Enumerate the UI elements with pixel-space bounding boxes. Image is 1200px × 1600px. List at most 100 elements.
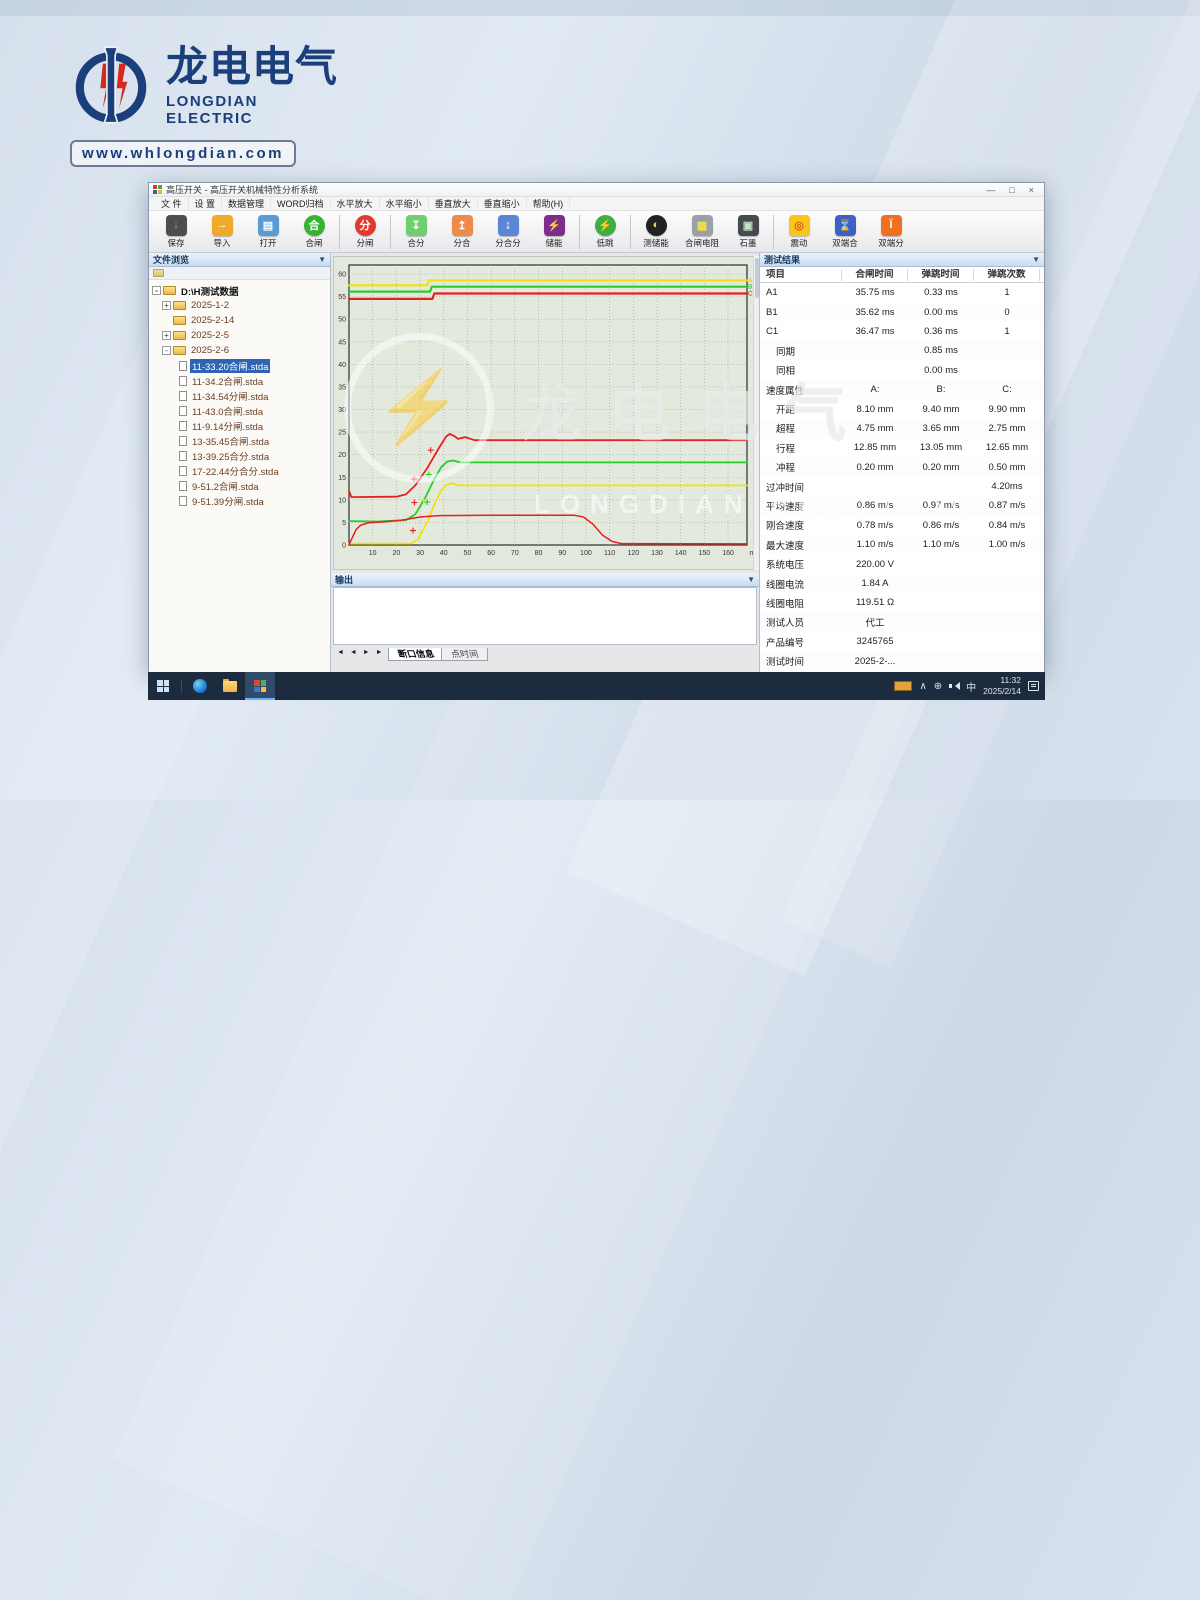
table-row[interactable]: 测试时间2025-2-... <box>760 651 1044 670</box>
output-panel-title: 输出 <box>335 573 353 586</box>
input-method-indicator[interactable]: 中 <box>966 679 976 694</box>
table-row[interactable]: 开距8.10 mm9.40 mm9.90 mm <box>760 399 1044 418</box>
table-row[interactable]: 产品编号3245765 <box>760 632 1044 651</box>
toolbar-button-打开[interactable]: ▤打开 <box>245 215 291 249</box>
document-icon <box>179 496 187 506</box>
table-row[interactable]: 同期0.85 ms <box>760 341 1044 360</box>
folder-icon[interactable] <box>153 269 164 277</box>
table-row[interactable]: 线圈电阻119.51 Ω <box>760 593 1044 612</box>
table-row[interactable]: 行程12.85 mm13.05 mm12.65 mm <box>760 438 1044 457</box>
menu-item-5[interactable]: 水平缩小 <box>380 197 429 210</box>
table-row[interactable]: B135.62 ms0.00 ms0 <box>760 302 1044 321</box>
tree-folder[interactable]: -2025-2-6 <box>152 343 330 358</box>
tree-file[interactable]: 11-34.2合闸.stda <box>152 373 330 388</box>
toolbar-button-双端合[interactable]: ⌛双端合 <box>822 215 868 249</box>
tree-file[interactable]: 9-51.39分闸.stda <box>152 493 330 508</box>
notification-center-icon[interactable] <box>1028 681 1039 691</box>
toolbar-button-震动[interactable]: ◎震动 <box>776 215 822 249</box>
tree-file[interactable]: 11-9.14分闸.stda <box>152 418 330 433</box>
tree-root[interactable]: -D:\H测试数据 <box>152 283 330 298</box>
toolbar-button-测储能[interactable]: ◐测储能 <box>633 215 679 249</box>
tree-file[interactable]: 11-34.54分闸.stda <box>152 388 330 403</box>
file-explorer-button[interactable] <box>215 672 245 700</box>
start-button[interactable] <box>148 672 178 700</box>
toolbar-button-导入[interactable]: →导入 <box>199 215 245 249</box>
tab-点时间[interactable]: 点时间 <box>441 648 488 661</box>
close-button[interactable]: × <box>1029 185 1034 195</box>
table-row[interactable]: 系统电压220.00 V <box>760 554 1044 573</box>
waveform-chart[interactable]: 1020304050607080901001101201301401501600… <box>333 256 757 570</box>
toolbar-button-合分[interactable]: ↧合分 <box>393 215 439 249</box>
chevron-down-icon[interactable]: ▼ <box>1032 255 1040 264</box>
tree-file-label: 9-51.39分闸.stda <box>190 494 266 508</box>
menu-item-3[interactable]: WORD归档 <box>271 197 331 210</box>
tray-chevron-icon[interactable]: ∧ <box>919 681 926 692</box>
taskbar-clock[interactable]: 11:32 2025/2/14 <box>983 675 1021 696</box>
expand-icon[interactable]: + <box>162 331 171 340</box>
row-label: 平均速度 <box>760 499 842 513</box>
tab-断口信息[interactable]: 断口信息 <box>388 648 444 661</box>
table-row[interactable]: 平均速度0.86 m/s0.97 m/s0.87 m/s <box>760 496 1044 515</box>
menu-item-8[interactable]: 帮助(H) <box>527 197 571 210</box>
table-row[interactable]: 刚合速度0.78 m/s0.86 m/s0.84 m/s <box>760 516 1044 535</box>
tree-file[interactable]: 9-51.2合闸.stda <box>152 478 330 493</box>
expand-icon[interactable]: + <box>162 301 171 310</box>
speaker-icon[interactable] <box>949 681 959 691</box>
menu-item-2[interactable]: 数据管理 <box>222 197 271 210</box>
chevron-down-icon[interactable]: ▼ <box>318 255 326 264</box>
menu-item-4[interactable]: 水平放大 <box>331 197 380 210</box>
table-row[interactable]: 测试人员代工 <box>760 613 1044 632</box>
menu-item-6[interactable]: 垂直放大 <box>429 197 478 210</box>
table-row[interactable]: 过冲时间4.20ms <box>760 477 1044 496</box>
tree-file-label: 13-35.45合闸.stda <box>190 434 271 448</box>
chart-scrollbar[interactable] <box>753 256 759 570</box>
tree-folder[interactable]: +2025-2-5 <box>152 328 330 343</box>
tree-folder[interactable]: +2025-1-2 <box>152 298 330 313</box>
table-row[interactable]: 同相0.00 ms <box>760 361 1044 380</box>
row-value-b: 0.85 ms <box>908 345 974 356</box>
toolbar-button-合闸[interactable]: 合合闸 <box>291 215 337 249</box>
toolbar-button-双端分[interactable]: Ї双端分 <box>868 215 914 249</box>
toolbar-button-分闸[interactable]: 分分闸 <box>342 215 388 249</box>
table-row[interactable]: A135.75 ms0.33 ms1 <box>760 283 1044 302</box>
edge-browser-button[interactable] <box>185 672 215 700</box>
toolbar-button-保存[interactable]: ↓保存 <box>153 215 199 249</box>
menu-item-1[interactable]: 设 置 <box>189 197 223 210</box>
tray-app-icon[interactable] <box>894 681 912 691</box>
collapse-icon[interactable]: - <box>152 286 161 295</box>
window-titlebar[interactable]: 高压开关 - 高压开关机械特性分析系统 — □ × <box>149 183 1044 197</box>
table-row[interactable]: 最大速度1.10 m/s1.10 m/s1.00 m/s <box>760 535 1044 554</box>
tree-folder-label: 2025-2-14 <box>189 315 236 326</box>
output-textarea[interactable] <box>333 587 757 645</box>
toolbar-button-储能[interactable]: ⚡储能 <box>531 215 577 249</box>
tree-file[interactable]: 17-22.44分合分.stda <box>152 463 330 478</box>
tree-file[interactable]: 13-39.25合分.stda <box>152 448 330 463</box>
menu-item-0[interactable]: 文 件 <box>155 197 189 210</box>
collapse-icon[interactable] <box>162 316 171 325</box>
toolbar-button-低跳[interactable]: ⚡低跳 <box>582 215 628 249</box>
tree-file-selected[interactable]: 11-33.20合闸.stda <box>152 358 330 373</box>
maximize-button[interactable]: □ <box>1009 185 1014 195</box>
tree-file[interactable]: 13-35.45合闸.stda <box>152 433 330 448</box>
collapse-icon[interactable]: - <box>162 346 171 355</box>
toolbar-button-石墨[interactable]: ▣石墨 <box>725 215 771 249</box>
toolbar-button-label: 合分 <box>407 237 424 249</box>
toolbar-button-分合分[interactable]: ↨分合分 <box>485 215 531 249</box>
toolbar-button-分合[interactable]: ↥分合 <box>439 215 485 249</box>
menu-item-7[interactable]: 垂直缩小 <box>478 197 527 210</box>
table-row[interactable]: 速度属性A:B:C: <box>760 380 1044 399</box>
table-row[interactable]: 超程4.75 mm3.65 mm2.75 mm <box>760 419 1044 438</box>
table-row[interactable]: 冲程0.20 mm0.20 mm0.50 mm <box>760 458 1044 477</box>
tree-folder[interactable]: 2025-2-14 <box>152 313 330 328</box>
tree-file[interactable]: 11-43.0合闸.stda <box>152 403 330 418</box>
测储能-icon: ◐ <box>646 215 667 236</box>
tab-nav-arrows[interactable]: ◄ ◄ ► ► <box>337 647 385 656</box>
chevron-down-icon[interactable]: ▼ <box>747 575 755 584</box>
toolbar-button-合闸电阻[interactable]: ▦合闸电阻 <box>679 215 725 249</box>
network-icon[interactable]: ⊕ <box>934 681 942 692</box>
table-row[interactable]: 线圈电流1.84 A <box>760 574 1044 593</box>
table-row[interactable]: C136.47 ms0.36 ms1 <box>760 322 1044 341</box>
analysis-app-button[interactable] <box>245 672 275 700</box>
minimize-button[interactable]: — <box>986 185 995 195</box>
toolbar-button-label: 石墨 <box>739 237 756 249</box>
